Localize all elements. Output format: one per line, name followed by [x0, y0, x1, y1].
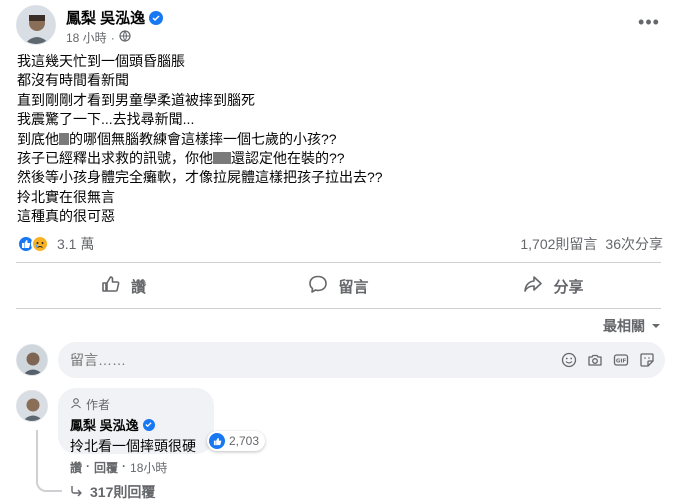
post-line: 我震驚了一下...去找尋新聞...: [17, 111, 195, 128]
dot-separator: ·: [86, 459, 91, 473]
reaction-count[interactable]: 3.1 萬: [57, 234, 94, 254]
post-body: 我這幾天忙到一個頭昏腦脹 都沒有時間看新聞 直到剛剛才看到男童學柔道被摔到腦死 …: [17, 52, 617, 227]
comment-time[interactable]: 18小時: [130, 459, 167, 476]
post-meta: 18 小時 ·: [66, 29, 131, 46]
share-icon: [523, 274, 543, 298]
censor-block: [59, 132, 69, 145]
post-line: 都沒有時間看新聞: [17, 72, 129, 89]
comment-bubble: 作者 鳳梨 吳泓逸 拎北看一個摔頭很硬: [58, 388, 214, 454]
composer-tools: GIF: [561, 352, 655, 368]
chevron-down-icon: [651, 318, 661, 334]
comment-author-avatar[interactable]: [16, 390, 48, 422]
post-line-part: 到底他: [17, 130, 59, 147]
reply-arrow-icon: [70, 484, 84, 500]
like-reaction-icon: [209, 433, 225, 449]
dot-separator: ·: [110, 30, 115, 45]
replies-count: 317則回覆: [90, 484, 156, 500]
comment-author-name[interactable]: 鳳梨 吳泓逸: [70, 415, 139, 434]
post-line-part: 孩子已經釋出求救的訊號，你他: [17, 150, 213, 167]
gif-icon[interactable]: GIF: [613, 352, 629, 368]
post-author[interactable]: 鳳梨 吳泓逸: [66, 7, 164, 28]
divider: [16, 262, 661, 263]
author-badge-label: 作者: [86, 398, 111, 412]
author-badge: 作者: [70, 396, 202, 413]
comment-input[interactable]: [70, 352, 561, 368]
post-line-part: 的哪個無腦教練會這樣摔一個七歲的小孩??: [69, 130, 337, 147]
view-replies-link[interactable]: 317則回覆: [70, 482, 155, 502]
verified-icon: [149, 10, 164, 25]
current-user-avatar[interactable]: [16, 344, 48, 376]
comment-author[interactable]: 鳳梨 吳泓逸: [70, 415, 202, 434]
share-label: 分享: [553, 278, 584, 296]
share-button[interactable]: 分享: [446, 266, 661, 306]
camera-icon[interactable]: [587, 352, 603, 368]
like-button[interactable]: 讚: [16, 266, 231, 306]
comment-reply-link[interactable]: 回覆: [94, 459, 118, 476]
comment-label: 留言: [338, 278, 369, 296]
post-line-part: 還認定他在裝的??: [231, 150, 345, 167]
like-label: 讚: [130, 278, 146, 296]
author-badge-icon: [70, 397, 82, 412]
comment-composer[interactable]: GIF: [58, 342, 665, 378]
post-stats: 1,702則留言 36次分享: [520, 234, 663, 254]
svg-text:GIF: GIF: [616, 359, 627, 365]
comment-reaction-count: 2,703: [229, 434, 260, 448]
post-time[interactable]: 18 小時: [66, 29, 107, 46]
comment-icon: [308, 274, 328, 298]
divider: [16, 308, 661, 309]
censor-block: [213, 152, 231, 165]
sort-label: 最相關: [603, 318, 645, 334]
sad-reaction-icon: [31, 235, 49, 253]
action-bar: 讚 留言 分享: [16, 266, 661, 306]
comment-text: 拎北看一個摔頭很硬: [70, 438, 196, 454]
comment-actions: 讚 · 回覆 · 18小時: [70, 459, 167, 476]
author-avatar[interactable]: [16, 5, 56, 45]
post-line: 孩子已經釋出求救的訊號，你他 還認定他在裝的??: [17, 149, 617, 168]
reactions-summary[interactable]: 3.1 萬: [17, 234, 94, 254]
comment-sort-dropdown[interactable]: 最相關: [603, 316, 661, 336]
comment-button[interactable]: 留言: [231, 266, 446, 306]
post-line: 到底他 的哪個無腦教練會這樣摔一個七歲的小孩??: [17, 130, 617, 149]
globe-icon: [119, 30, 131, 45]
post-line: 然後等小孩身體完全癱軟，才像拉屍體這樣把孩子拉出去??: [17, 169, 383, 186]
thumbs-up-icon: [101, 274, 121, 298]
sticker-icon[interactable]: [639, 352, 655, 368]
post-line: 拎北實在很無言: [17, 188, 115, 205]
dot-separator: ·: [122, 459, 127, 473]
post-line: 直到剛剛才看到男童學柔道被摔到腦死: [17, 91, 255, 108]
post-line: 我這幾天忙到一個頭昏腦脹: [17, 53, 185, 69]
post-line: 這種真的很可惡: [17, 208, 115, 225]
post-author-name[interactable]: 鳳梨 吳泓逸: [66, 7, 145, 28]
verified-icon: [142, 418, 155, 431]
post-card: 鳳梨 吳泓逸 18 小時 · ••• 我這幾天忙到一個頭昏腦脹 都沒有時間看新聞…: [0, 0, 677, 504]
comment-like-link[interactable]: 讚: [70, 459, 82, 476]
comment-reactions[interactable]: 2,703: [207, 431, 266, 451]
share-count[interactable]: 36次分享: [605, 234, 663, 254]
comment-count[interactable]: 1,702則留言: [520, 234, 597, 254]
more-options-icon[interactable]: •••: [635, 12, 663, 32]
emoji-icon[interactable]: [561, 352, 577, 368]
